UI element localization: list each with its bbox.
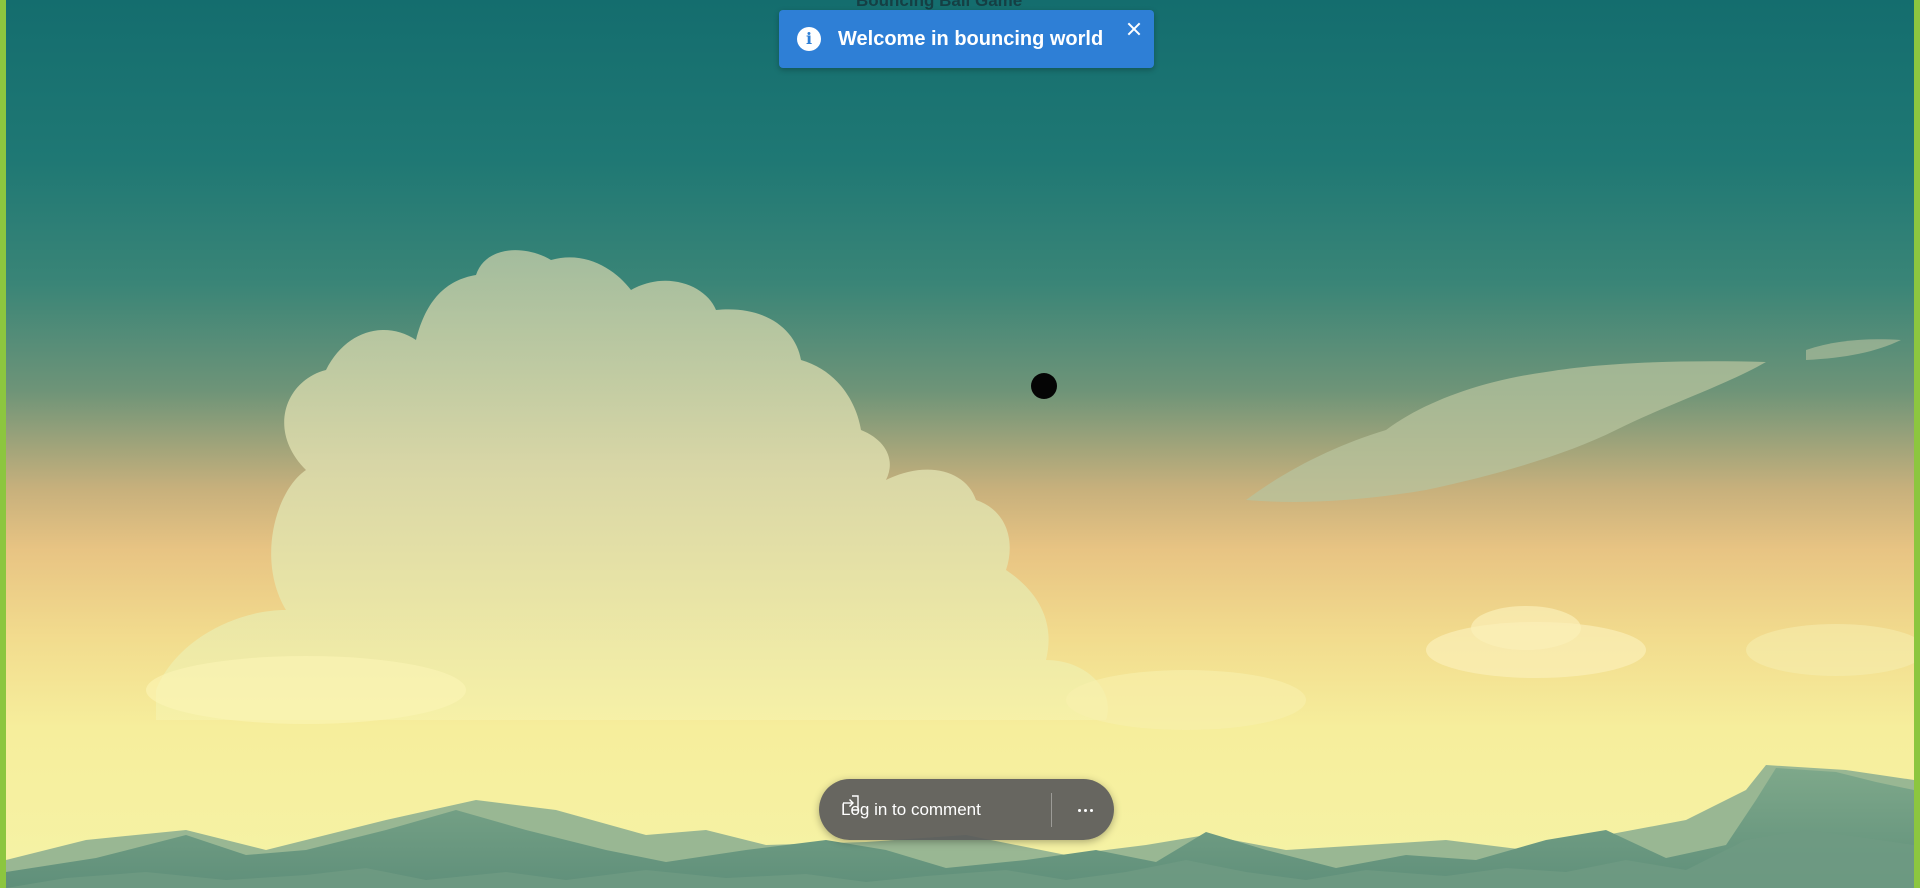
sign-in-icon xyxy=(843,795,859,811)
divider xyxy=(1051,793,1052,827)
game-frame: Bouncing Ball Game i Welcome in bouncing… xyxy=(0,0,1920,888)
close-icon[interactable] xyxy=(1124,19,1144,39)
toast-message: Welcome in bouncing world xyxy=(838,28,1104,50)
more-options-icon[interactable] xyxy=(1069,795,1101,825)
info-icon: i xyxy=(797,27,821,51)
background-landscape xyxy=(6,250,1914,888)
bouncing-ball xyxy=(1031,373,1057,399)
cumulus-cloud xyxy=(156,250,1108,720)
game-canvas[interactable]: Bouncing Ball Game i Welcome in bouncing… xyxy=(6,0,1914,888)
welcome-toast: i Welcome in bouncing world xyxy=(779,10,1154,68)
login-label: Log in to comment xyxy=(841,800,981,819)
wispy-cloud xyxy=(1246,361,1766,502)
comment-bar: Log in to comment xyxy=(819,779,1114,840)
login-to-comment-button[interactable]: Log in to comment xyxy=(841,793,981,827)
